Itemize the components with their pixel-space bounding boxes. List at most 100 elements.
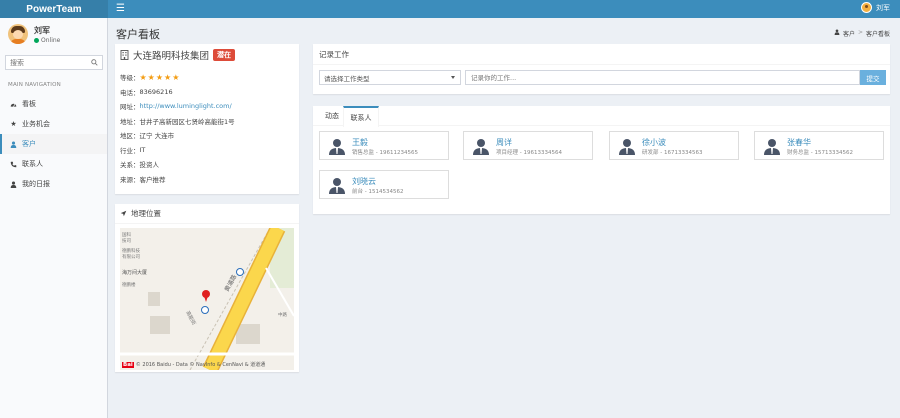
sidebar-item-customers[interactable]: 客户 bbox=[0, 134, 107, 154]
sidebar-item-dashboard[interactable]: 看板 bbox=[0, 94, 107, 114]
tab-contacts[interactable]: 联系人 bbox=[343, 106, 379, 127]
user-icon bbox=[10, 181, 17, 188]
svg-text:中路: 中路 bbox=[278, 311, 287, 318]
sidebar-item-label: 联系人 bbox=[22, 160, 43, 168]
sidebar-item-contacts[interactable]: 联系人 bbox=[0, 154, 107, 174]
breadcrumb-separator: > bbox=[857, 29, 863, 36]
location-arrow-icon bbox=[120, 210, 127, 217]
location-map-box: 地理位置 黄浦路 高能街 海万间大厦 国科 技司 德鹏科技 有限公司 德鹏楼 中… bbox=[115, 204, 299, 372]
search-input[interactable] bbox=[6, 56, 86, 69]
contact-detail: 项目经理 - 19613334564 bbox=[496, 150, 562, 156]
nav-header: MAIN NAVIGATION bbox=[8, 82, 61, 88]
contact-detail: 销售总监 - 19611234565 bbox=[352, 150, 418, 156]
chevron-down-icon bbox=[451, 76, 455, 79]
tab-activity[interactable]: 动态 bbox=[319, 106, 345, 126]
info-key: 行业： bbox=[120, 146, 140, 155]
search-icon[interactable] bbox=[91, 59, 98, 66]
work-type-select[interactable]: 请选择工作类型 bbox=[319, 70, 461, 85]
dashboard-icon bbox=[10, 103, 17, 107]
svg-text:德鹏科技: 德鹏科技 bbox=[122, 247, 140, 254]
breadcrumb-item-customers[interactable]: 客户 bbox=[843, 29, 855, 38]
sidebar-item-label: 我的日报 bbox=[22, 180, 50, 188]
contact-name[interactable]: 张春华 bbox=[787, 137, 811, 148]
sidebar-toggle-icon[interactable]: ☰ bbox=[116, 3, 125, 14]
navbar-user-name: 刘军 bbox=[876, 3, 890, 12]
breadcrumb-item-current: 客户看板 bbox=[865, 31, 890, 38]
svg-text:有限公司: 有限公司 bbox=[122, 253, 140, 260]
info-key: 关系： bbox=[120, 161, 140, 170]
company-details: 等级： ★★★★★ 电话： 83696216 网址： http://www.lumin… bbox=[115, 66, 299, 186]
sidebar-item-opportunities[interactable]: ★ 业务机会 bbox=[0, 114, 107, 134]
rating-stars: ★★★★★ bbox=[139, 72, 181, 82]
svg-text:技司: 技司 bbox=[122, 237, 131, 244]
info-value: 辽宁 大连市 bbox=[139, 132, 175, 141]
navbar-user-menu[interactable]: 刘军 bbox=[861, 2, 890, 13]
map-canvas[interactable]: 黄浦路 高能街 海万间大厦 国科 技司 德鹏科技 有限公司 德鹏楼 中路 Bai… bbox=[120, 228, 294, 370]
svg-text:海万间大厦: 海万间大厦 bbox=[122, 269, 147, 276]
work-record-input[interactable] bbox=[465, 70, 860, 85]
map-title: 地理位置 bbox=[131, 209, 161, 218]
info-row-industry: 行业： IT bbox=[120, 143, 294, 158]
map-attribution: Bai © 2016 Baidu - Data © NavInfo & CenN… bbox=[122, 361, 265, 368]
info-key: 等级： bbox=[120, 74, 140, 83]
sidebar-item-daily-report[interactable]: 我的日报 bbox=[0, 174, 107, 194]
record-title: 记录工作 bbox=[319, 50, 349, 59]
map-graphic: 黄浦路 高能街 海万间大厦 国科 技司 德鹏科技 有限公司 德鹏楼 中路 bbox=[120, 228, 294, 370]
divider bbox=[313, 64, 890, 65]
avatar bbox=[8, 24, 28, 44]
svg-text:德鹏楼: 德鹏楼 bbox=[122, 281, 136, 288]
contact-name[interactable]: 王毅 bbox=[352, 137, 368, 148]
online-status-icon bbox=[34, 38, 39, 43]
contact-detail: 研发部 - 16713334563 bbox=[642, 150, 703, 156]
company-header: 大连路明科技集团 潜在 bbox=[115, 44, 299, 66]
user-status: Online bbox=[34, 37, 60, 44]
contact-name[interactable]: 徐小波 bbox=[642, 137, 666, 148]
tab-bar: 动态 联系人 bbox=[313, 106, 890, 127]
user-icon bbox=[834, 29, 840, 35]
star-icon: ★ bbox=[10, 120, 17, 128]
contact-card[interactable]: 刘晓云 前台 - 1514534562 bbox=[319, 170, 449, 199]
company-name: 大连路明科技集团 bbox=[133, 51, 210, 62]
info-key: 电话： bbox=[120, 88, 140, 97]
sidebar-search bbox=[5, 55, 103, 70]
info-key: 地区： bbox=[120, 132, 140, 141]
svg-text:国科: 国科 bbox=[122, 231, 131, 238]
user-panel: 刘军 Online bbox=[0, 18, 107, 50]
page-title: 客户看板 bbox=[116, 28, 160, 41]
info-row-address: 地址： 甘井子高新园区七贤岭高能街1号 bbox=[120, 114, 294, 129]
building-icon bbox=[120, 50, 129, 60]
company-info-box: 大连路明科技集团 潜在 等级： ★★★★★ 电话： 83696216 网址： http… bbox=[115, 44, 299, 194]
submit-button[interactable]: 提交 bbox=[860, 70, 886, 85]
contact-card[interactable]: 周详 项目经理 - 19613334564 bbox=[463, 131, 593, 160]
info-key: 网址： bbox=[120, 103, 140, 112]
app-logo[interactable]: PowerTeam bbox=[0, 0, 108, 18]
info-value: IT bbox=[139, 145, 146, 154]
sidebar-menu: 看板 ★ 业务机会 客户 联系人 我的日报 bbox=[0, 94, 107, 194]
info-value: 投资人 bbox=[139, 161, 160, 170]
breadcrumb: 客户 > 客户看板 bbox=[834, 29, 890, 38]
contact-detail: 财务总监 - 15713334562 bbox=[787, 150, 853, 156]
baidu-logo: Bai bbox=[122, 361, 134, 368]
sidebar: 刘军 Online MAIN NAVIGATION 看板 ★ 业务机会 客户 联… bbox=[0, 18, 108, 418]
navbar-avatar bbox=[861, 2, 872, 13]
sidebar-item-label: 客户 bbox=[22, 140, 36, 148]
contact-name[interactable]: 刘晓云 bbox=[352, 176, 376, 187]
map-copyright: © 2016 Baidu - Data © NavInfo & CenNavi … bbox=[135, 362, 266, 368]
user-name: 刘军 bbox=[34, 26, 50, 35]
info-key: 地址： bbox=[120, 117, 140, 126]
user-status-text: Online bbox=[41, 37, 61, 44]
contact-card[interactable]: 张春华 财务总监 - 15713334562 bbox=[754, 131, 884, 160]
person-avatar-icon bbox=[329, 139, 345, 155]
website-link[interactable]: http://www.luminglight.com/ bbox=[140, 102, 232, 110]
map-header: 地理位置 bbox=[115, 204, 299, 224]
person-avatar-icon bbox=[473, 139, 489, 155]
person-avatar-icon bbox=[619, 139, 635, 155]
person-avatar-icon bbox=[764, 139, 780, 155]
contact-card[interactable]: 王毅 销售总监 - 19611234565 bbox=[319, 131, 449, 160]
record-work-box: 记录工作 请选择工作类型 提交 bbox=[313, 44, 890, 94]
contact-card[interactable]: 徐小波 研发部 - 16713334563 bbox=[609, 131, 739, 160]
contact-name[interactable]: 周详 bbox=[496, 137, 512, 148]
info-key: 来源： bbox=[120, 175, 140, 184]
top-navbar: ☰ 刘军 bbox=[108, 0, 900, 18]
info-row-website: 网址： http://www.luminglight.com/ bbox=[120, 99, 294, 114]
